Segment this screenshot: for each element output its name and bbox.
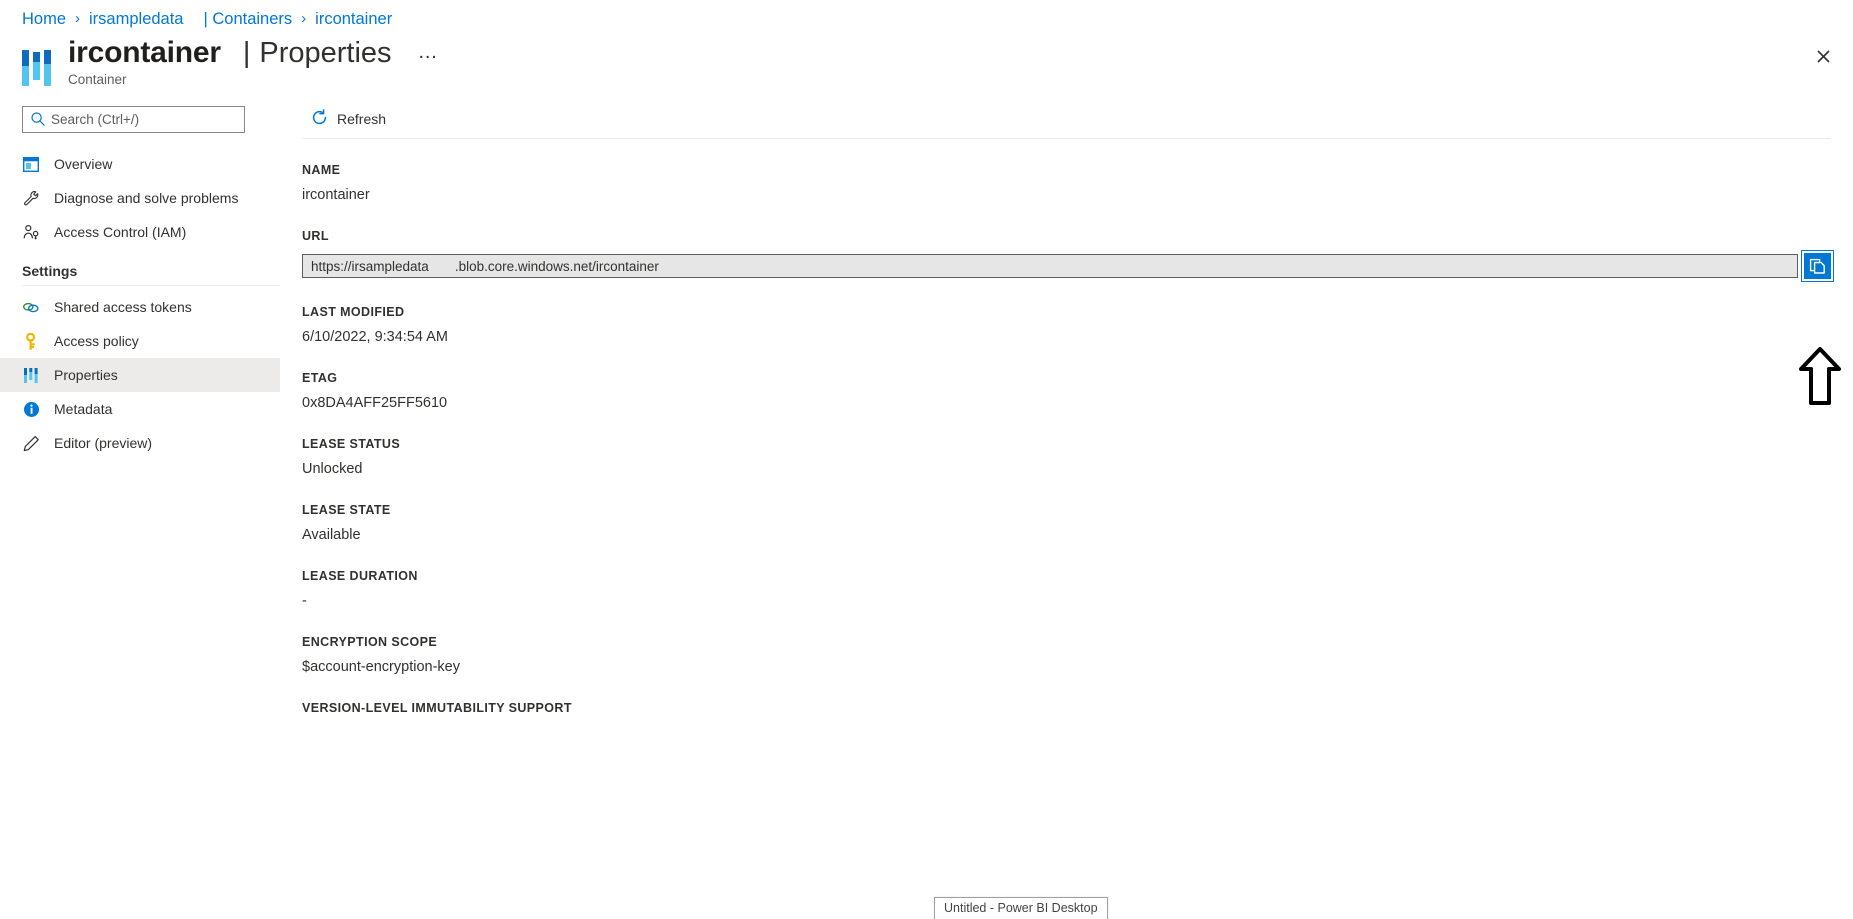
sidebar: « Overview Diagnos [0,100,291,919]
url-suffix: .blob.core.windows.net/ircontainer [454,258,659,274]
sidebar-item-label: Access Control (IAM) [54,224,187,240]
close-icon [1816,49,1830,63]
taskbar-tooltip: Untitled - Power BI Desktop [934,897,1108,919]
property-name: NAME ircontainer [302,163,1831,203]
refresh-icon [311,109,328,129]
sidebar-item-shared-access-tokens[interactable]: Shared access tokens [0,290,280,324]
sidebar-search-wrapper: « [22,106,291,133]
property-encryption-scope: ENCRYPTION SCOPE $account-encryption-key [302,635,1831,675]
property-value: 0x8DA4AFF25FF5610 [302,395,448,411]
main-content: Refresh NAME ircontainer URL https://irs… [280,100,1853,919]
url-row: https://irsampledata .blob.core.windows.… [302,250,1834,282]
sidebar-divider [22,285,280,286]
sidebar-group-settings: Settings [22,263,78,279]
property-label: URL [302,229,329,243]
breadcrumb-item-home[interactable]: Home [22,8,66,30]
property-url: URL https://irsampledata .blob.core.wind… [302,229,1834,282]
property-label: LEASE STATE [302,503,391,517]
property-lease-status: LEASE STATUS Unlocked [302,437,1831,477]
page-header: ircontainer | Properties … Container [22,36,440,87]
refresh-button[interactable]: Refresh [302,103,395,135]
container-icon [22,42,56,86]
breadcrumb-item-irsampledata[interactable]: irsampledata [89,8,183,30]
title-separator: | [242,37,251,69]
resource-type-label: Container [68,72,127,87]
property-value: - [302,593,307,609]
copy-icon [1809,258,1825,274]
info-icon [22,400,40,418]
property-label: LEASE DURATION [302,569,418,583]
page-subtitle: Properties [259,37,392,69]
breadcrumb-separator: › [75,10,81,27]
property-lease-state: LEASE STATE Available [302,503,1831,543]
page-title: ircontainer [68,36,221,69]
breadcrumb-item-ircontainer[interactable]: ircontainer [315,8,392,30]
sidebar-item-access-policy[interactable]: Access policy [0,324,280,358]
property-label: ETAG [302,371,338,385]
property-label: ENCRYPTION SCOPE [302,635,438,649]
property-etag: ETAG 0x8DA4AFF25FF5610 [302,371,1831,411]
pencil-icon [22,434,40,452]
sidebar-item-label: Shared access tokens [54,299,192,315]
url-prefix: https://irsampledata [311,258,429,274]
sidebar-item-label: Access policy [54,333,139,349]
property-label: VERSION-LEVEL IMMUTABILITY SUPPORT [302,701,572,715]
more-options-button[interactable]: … [418,42,440,62]
sidebar-item-access-control-iam[interactable]: Access Control (IAM) [0,215,280,249]
property-value: ircontainer [302,187,370,203]
sidebar-item-metadata[interactable]: Metadata [0,392,280,426]
property-label: LEASE STATUS [302,437,401,451]
wrench-icon [22,189,40,207]
close-button[interactable] [1807,40,1839,72]
property-value: Available [302,527,361,543]
sidebar-item-label: Metadata [54,401,113,417]
sidebar-item-label: Overview [54,156,113,172]
sidebar-item-diagnose-and-solve-problems[interactable]: Diagnose and solve problems [0,181,280,215]
sidebar-item-label: Properties [54,367,118,383]
sidebar-nav-list: Overview Diagnose and solve problems Acc… [0,147,280,460]
sidebar-item-overview[interactable]: Overview [0,147,280,181]
property-label: NAME [302,163,341,177]
sidebar-item-label: Editor (preview) [54,435,153,451]
property-lease-duration: LEASE DURATION - [302,569,1831,609]
command-bar: Refresh [280,100,1853,138]
property-version-level-immutability-support: VERSION-LEVEL IMMUTABILITY SUPPORT [302,701,1831,715]
url-input[interactable]: https://irsampledata .blob.core.windows.… [302,254,1798,278]
property-last-modified: LAST MODIFIED 6/10/2022, 9:34:54 AM [302,305,1831,345]
properties-list: NAME ircontainer URL https://irsampledat… [280,139,1853,715]
sidebar-item-properties[interactable]: Properties [0,358,280,392]
property-value: 6/10/2022, 9:34:54 AM [302,329,448,345]
sidebar-item-editor-preview[interactable]: Editor (preview) [0,426,280,460]
property-label: LAST MODIFIED [302,305,405,319]
copy-url-button[interactable] [1801,250,1834,282]
person-key-icon [22,223,40,241]
refresh-label: Refresh [337,111,387,127]
property-value: Unlocked [302,461,363,477]
breadcrumb: Home › irsampledata | Containers › ircon… [22,8,392,30]
property-value: $account-encryption-key [302,659,460,675]
breadcrumb-item-containers[interactable]: | Containers [203,8,292,30]
link-icon [22,298,40,316]
sidebar-item-label: Diagnose and solve problems [54,190,239,206]
key-icon [22,332,40,350]
azure-portal-page: Home › irsampledata | Containers › ircon… [0,0,1853,919]
properties-icon [22,366,40,384]
overview-icon [22,155,40,173]
search-input[interactable] [22,106,245,133]
breadcrumb-separator-2: › [301,10,307,27]
